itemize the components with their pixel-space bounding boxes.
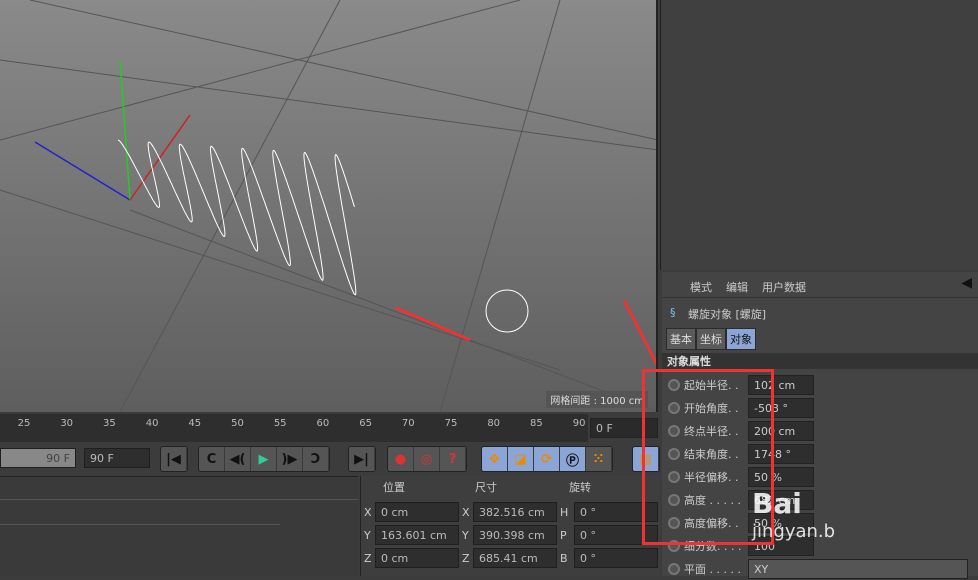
ruler-tick: 90 — [572, 418, 586, 429]
x-axis-blue — [34, 141, 131, 201]
size-field[interactable]: 390.398 cm — [473, 525, 557, 545]
ruler-tick: 55 — [273, 418, 287, 429]
axis-label: Z — [364, 552, 372, 565]
param-label: 平面 . . . . . — [684, 563, 741, 576]
next-key-button[interactable]: Ↄ — [303, 447, 329, 471]
ruler-tick: 30 — [60, 418, 74, 429]
previous-frame-button[interactable]: ◀( — [225, 447, 251, 471]
move-icon[interactable]: ✥ — [482, 447, 508, 471]
axis-label: Y — [364, 529, 371, 542]
annotation-arrow — [395, 306, 471, 342]
back-arrow-icon[interactable]: ◀ — [961, 275, 972, 291]
ruler-tick: 45 — [188, 418, 202, 429]
watermark: Bai jingyan.b — [752, 487, 836, 543]
cursor-circle — [485, 289, 529, 333]
transport-bar: 90 F 90 F |◀ C ◀(▶)▶ Ↄ ▶| ● ◎? ✥ ◪ ⟳ Ⓟ ⁙ ▤ — [0, 444, 660, 474]
previous-key-button[interactable]: C — [199, 447, 225, 471]
3d-viewport[interactable]: 网格间距 : 1000 cm — [0, 0, 658, 412]
helix-icon: § — [670, 306, 676, 319]
object-manager-panel — [0, 476, 358, 576]
ruler-tick: 25 — [17, 418, 31, 429]
object-title: 螺旋对象 [螺旋] — [688, 308, 767, 321]
attr-menu-item[interactable]: 用户数据 — [762, 279, 806, 295]
size-field[interactable]: 382.516 cm — [473, 502, 557, 522]
viewport-scene — [0, 0, 656, 412]
scale-icon[interactable]: ◪ — [508, 447, 534, 471]
rotation-field[interactable]: 0 ° — [574, 548, 658, 568]
ruler-tick: 40 — [145, 418, 159, 429]
ruler-tick: 75 — [444, 418, 458, 429]
auto-key-button[interactable]: ◎ — [414, 447, 440, 471]
param-row: 平面 . . . . . XY — [668, 558, 968, 580]
attr-menu-item[interactable]: 模式 — [690, 279, 712, 295]
y-axis-green — [119, 59, 131, 201]
floor-grid — [0, 0, 656, 412]
play-button[interactable]: ▶ — [251, 447, 277, 471]
axis-label: B — [560, 552, 568, 565]
end-frame-field[interactable]: 90 F — [84, 448, 150, 468]
rotate-icon[interactable]: ⟳ — [534, 447, 560, 471]
size-field[interactable]: 685.41 cm — [473, 548, 557, 568]
param-field[interactable]: XY — [748, 559, 968, 579]
grid-spacing-label: 网格间距 : 1000 cm — [546, 391, 648, 408]
record-button[interactable]: ● — [388, 447, 414, 471]
help-button[interactable]: ? — [440, 447, 466, 471]
size-header: 尺寸 — [475, 481, 497, 494]
tab-1[interactable]: 坐标 — [696, 328, 726, 350]
position-field[interactable]: 0 cm — [375, 502, 459, 522]
tab-2[interactable]: 对象 — [726, 328, 756, 350]
ruler-tick: 70 — [401, 418, 415, 429]
ruler-tick: 80 — [487, 418, 501, 429]
tab-0[interactable]: 基本 — [666, 328, 696, 350]
position-header: 位置 — [383, 481, 405, 494]
axis-label: X — [364, 506, 372, 519]
animate-radio[interactable] — [668, 563, 680, 575]
axis-label: Z — [462, 552, 470, 565]
timeline-ruler[interactable]: 25 30 35 40 45 50 55 60 65 70 75 80 85 90 — [0, 414, 588, 442]
axis-label: Y — [462, 529, 469, 542]
axis-label: X — [462, 506, 470, 519]
ruler-tick: 50 — [231, 418, 244, 429]
position-field[interactable]: 163.601 cm — [375, 525, 459, 545]
axis-label: P — [560, 529, 567, 542]
section-header: 对象属性 — [662, 353, 978, 369]
ruler-tick: 85 — [530, 418, 543, 429]
points-icon[interactable]: ⁙ — [586, 447, 612, 471]
parameter-icon[interactable]: Ⓟ — [560, 447, 586, 471]
helix-spline — [117, 139, 357, 296]
axis-label: H — [560, 506, 569, 519]
position-field[interactable]: 0 cm — [375, 548, 459, 568]
coordinates-panel: 位置 尺寸 旋转 X 0 cm X 382.516 cm H 0 ° Y 163.… — [360, 476, 660, 576]
go-to-start-button[interactable]: |◀ — [161, 447, 187, 471]
next-frame-button[interactable]: )▶ — [277, 447, 303, 471]
end-frame-slider[interactable]: 90 F — [0, 448, 76, 468]
go-to-end-button[interactable]: ▶| — [349, 447, 375, 471]
ruler-tick: 60 — [316, 418, 330, 429]
attr-menu-item[interactable]: 编辑 — [726, 279, 748, 295]
ruler-tick: 35 — [103, 418, 116, 429]
object-manager — [660, 0, 978, 270]
rotation-header: 旋转 — [569, 481, 591, 494]
ruler-tick: 65 — [359, 418, 372, 429]
